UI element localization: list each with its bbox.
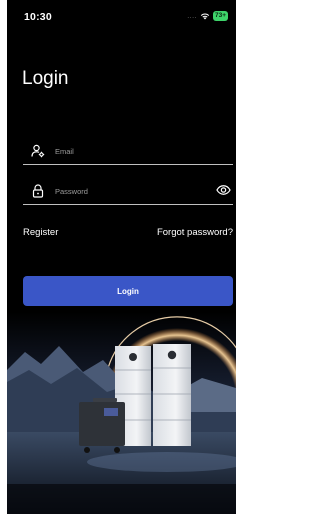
eye-icon[interactable] (216, 183, 231, 197)
login-button[interactable]: Login (23, 276, 233, 306)
forgot-password-link[interactable]: Forgot password? (157, 227, 233, 238)
page-title: Login (22, 68, 69, 89)
battery-badge: 73+ (212, 11, 228, 21)
password-field[interactable] (23, 178, 233, 205)
status-indicators: .... 73+ (187, 11, 228, 21)
status-time: 10:30 (24, 11, 52, 23)
email-field[interactable] (23, 138, 233, 165)
hero-illustration (7, 312, 236, 514)
email-input[interactable] (53, 142, 207, 160)
login-screen: 10:30 .... 73+ Login Email Register Forg… (7, 0, 236, 514)
signal-icon: .... (187, 12, 197, 20)
lock-icon (32, 184, 44, 198)
wifi-icon (200, 13, 210, 20)
password-input[interactable] (53, 182, 207, 200)
status-bar: 10:30 .... 73+ (7, 0, 236, 32)
register-link[interactable]: Register (23, 227, 58, 238)
user-settings-icon (31, 144, 45, 158)
